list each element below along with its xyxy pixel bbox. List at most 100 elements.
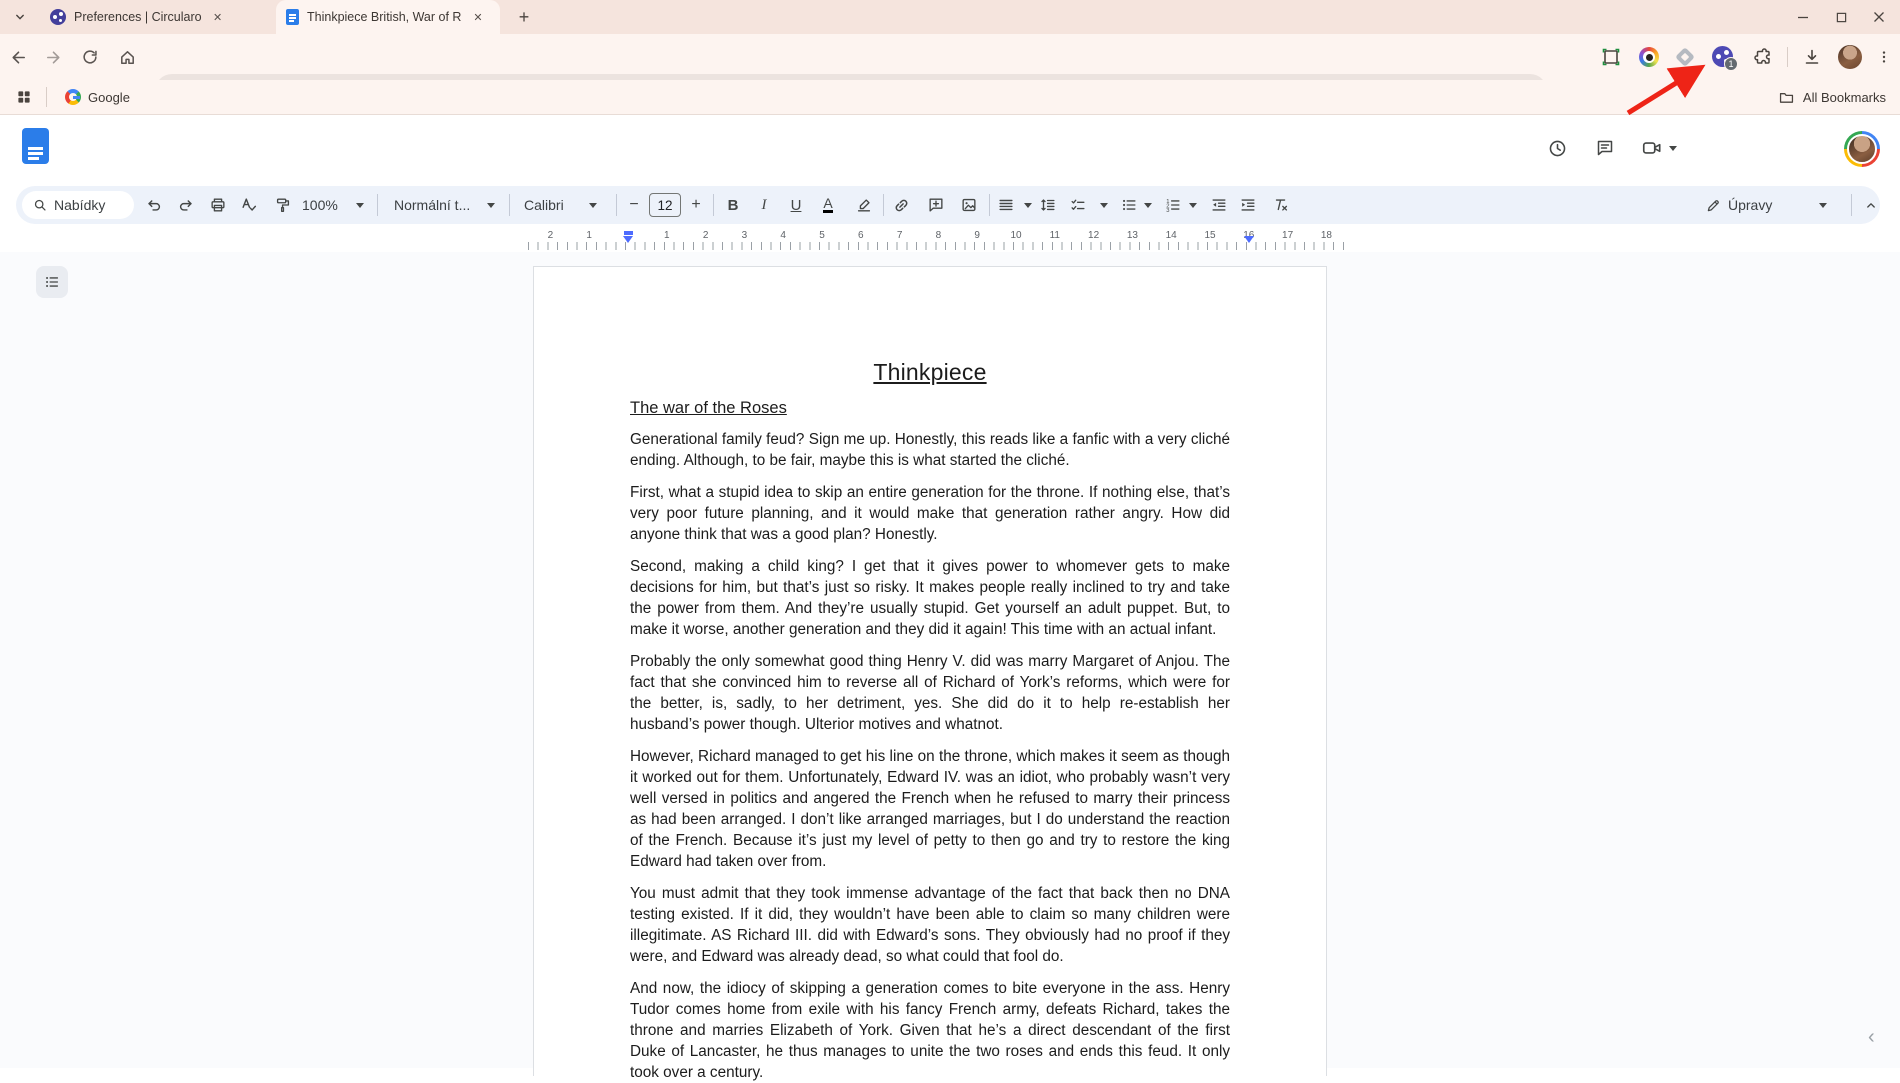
zoom-control[interactable]: 100% <box>302 191 338 219</box>
bold-button[interactable]: B <box>721 191 745 219</box>
circularo-favicon <box>50 9 66 25</box>
line-spacing-button[interactable] <box>1036 191 1060 219</box>
doc-paragraphs: Generational family feud? Sign me up. Ho… <box>630 429 1230 1083</box>
highlight-color-button[interactable] <box>852 191 876 219</box>
tab-search-button[interactable] <box>8 5 32 29</box>
checklist-caret[interactable] <box>1092 191 1116 219</box>
comments-button[interactable] <box>1591 134 1619 162</box>
search-menus-button[interactable]: Nabídky <box>22 191 134 219</box>
google-docs-favicon <box>286 9 299 25</box>
document-page[interactable]: Thinkpiece The war of the Roses Generati… <box>533 266 1327 1076</box>
close-window-button[interactable] <box>1864 2 1894 32</box>
checklist-button[interactable] <box>1066 191 1090 219</box>
profile-avatar[interactable] <box>1838 45 1862 69</box>
underline-button[interactable]: U <box>784 191 808 219</box>
ruler-number: 17 <box>1282 230 1293 241</box>
back-button[interactable] <box>8 47 28 67</box>
italic-button[interactable]: I <box>752 191 776 219</box>
google-g-icon <box>65 89 81 105</box>
tab-close-icon[interactable]: ✕ <box>470 9 486 25</box>
ruler-number: 6 <box>858 230 864 241</box>
align-button[interactable] <box>994 191 1018 219</box>
show-outline-button[interactable] <box>36 266 68 298</box>
google-docs-logo[interactable] <box>22 128 49 164</box>
window-controls <box>1788 2 1894 32</box>
browser-menu-kebab[interactable] <box>1874 46 1894 68</box>
bulleted-list-caret[interactable] <box>1136 191 1160 219</box>
browser-toolbar: docs.google.com/document/d/1ATKyIOjTUP1m… <box>0 34 1900 80</box>
extensions-puzzle-icon[interactable] <box>1752 46 1774 68</box>
redo-button[interactable] <box>174 191 198 219</box>
extension-badge: 1 <box>1724 57 1738 71</box>
home-button[interactable] <box>117 47 137 67</box>
minimize-button[interactable] <box>1788 2 1818 32</box>
toolbar-separator <box>713 194 714 216</box>
tab-close-icon[interactable]: ✕ <box>210 9 226 25</box>
font-control[interactable]: Calibri <box>524 191 564 219</box>
styles-caret[interactable] <box>479 191 503 219</box>
zoom-caret[interactable] <box>348 191 372 219</box>
downloads-button[interactable] <box>1801 46 1823 68</box>
toolbar-separator <box>377 194 378 216</box>
docs-header: Thinkpiece British, War of Roses .DOCX S… <box>0 115 1900 186</box>
new-tab-button[interactable]: + <box>512 5 536 29</box>
first-line-indent-marker[interactable] <box>624 231 633 235</box>
doc-paragraph: Second, making a child king? I get that … <box>630 556 1230 640</box>
increase-font-size-button[interactable]: + <box>684 191 708 219</box>
mode-caret[interactable] <box>1811 191 1835 219</box>
clear-formatting-button[interactable] <box>1269 191 1293 219</box>
maximize-button[interactable] <box>1826 2 1856 32</box>
document-canvas: Thinkpiece The war of the Roses Generati… <box>0 252 1900 1068</box>
ruler-number: 11 <box>1050 230 1060 241</box>
zoom-value: 100% <box>302 197 338 213</box>
font-caret[interactable] <box>581 191 605 219</box>
tab-circularo[interactable]: Preferences | Circularo ✕ <box>40 0 268 34</box>
styles-control[interactable]: Normální t... <box>394 191 470 219</box>
side-panel-collapse-chevron[interactable]: ‹ <box>1868 1026 1875 1049</box>
tab-docs[interactable]: Thinkpiece British, War of Roses ✕ <box>276 0 500 34</box>
all-bookmarks-label: All Bookmarks <box>1803 90 1886 105</box>
font-size-input[interactable]: 12 <box>649 193 681 217</box>
decrease-font-size-button[interactable]: − <box>622 191 646 219</box>
lens-extension-icon[interactable] <box>1639 47 1659 67</box>
numbered-list-caret[interactable] <box>1181 191 1205 219</box>
ruler-ticks <box>528 242 1344 250</box>
reload-button[interactable] <box>80 47 100 67</box>
toolbar-separator <box>1787 47 1788 67</box>
undo-button[interactable] <box>142 191 166 219</box>
spellcheck-button[interactable] <box>237 191 261 219</box>
toolbar-separator <box>883 194 884 216</box>
ruler-number: 10 <box>1010 230 1021 241</box>
bookmark-google[interactable]: Google <box>57 86 138 108</box>
all-bookmarks-button[interactable]: All Bookmarks <box>1778 89 1886 106</box>
text-color-button[interactable]: A <box>816 191 840 219</box>
ruler-number: 2 <box>548 230 554 241</box>
horizontal-ruler[interactable]: 21123456789101112131415161718 <box>0 228 1900 252</box>
ruler-number: 15 <box>1204 230 1215 241</box>
right-indent-marker[interactable] <box>1244 236 1254 243</box>
ruler-number: 18 <box>1321 230 1332 241</box>
left-indent-marker[interactable] <box>623 236 633 243</box>
bookmarks-bar: Google All Bookmarks <box>0 80 1900 115</box>
screenshot-extension-icon[interactable] <box>1600 46 1622 68</box>
forward-button[interactable] <box>43 47 63 67</box>
add-comment-button[interactable] <box>924 191 948 219</box>
account-avatar[interactable] <box>1844 131 1880 167</box>
doc-paragraph: Generational family feud? Sign me up. Ho… <box>630 429 1230 471</box>
circularo-extension-icon[interactable]: 1 <box>1712 46 1733 67</box>
style-value: Normální t... <box>394 197 470 213</box>
insert-image-button[interactable] <box>957 191 981 219</box>
collapse-toolbar-button[interactable] <box>1859 191 1883 219</box>
docs-toolbar: Nabídky 100% Normální t... Calibri − 12 … <box>16 186 1880 224</box>
toolbar-separator <box>509 194 510 216</box>
increase-indent-button[interactable] <box>1236 191 1260 219</box>
editing-mode-control[interactable]: Úpravy <box>1728 191 1772 219</box>
insert-link-button[interactable] <box>889 191 913 219</box>
decrease-indent-button[interactable] <box>1207 191 1231 219</box>
paint-format-button[interactable] <box>271 191 295 219</box>
meet-video-button[interactable] <box>1641 134 1677 162</box>
apps-grid-icon[interactable] <box>12 85 36 109</box>
version-history-button[interactable] <box>1543 134 1571 162</box>
grey-extension-icon[interactable] <box>1675 47 1695 67</box>
print-button[interactable] <box>206 191 230 219</box>
